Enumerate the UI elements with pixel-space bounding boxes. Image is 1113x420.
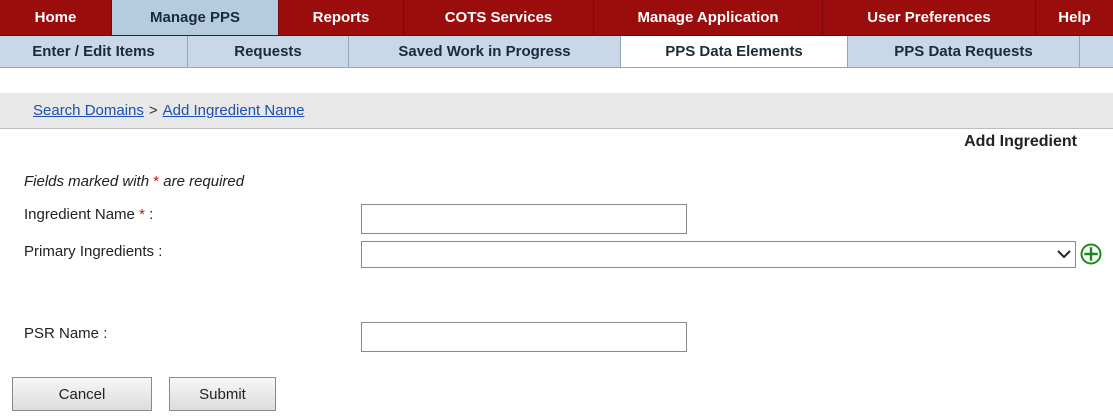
nav-tab-help[interactable]: Help (1036, 0, 1113, 35)
page-title: Add Ingredient (964, 133, 1077, 150)
nav-tab-user-preferences[interactable]: User Preferences (823, 0, 1036, 35)
nav-tab-manage-application[interactable]: Manage Application (594, 0, 823, 35)
subnav-tab-enter-edit-items[interactable]: Enter / Edit Items (0, 36, 188, 67)
required-fields-note: Fields marked with * are required (24, 173, 244, 190)
nav-tab-home[interactable]: Home (0, 0, 112, 35)
ingredient-name-required-star: * (139, 206, 145, 223)
breadcrumb-separator: > (148, 102, 158, 119)
nav-tab-cots-services[interactable]: COTS Services (404, 0, 594, 35)
primary-ingredients-select[interactable] (361, 241, 1076, 268)
ingredient-name-label-text: Ingredient Name (24, 206, 135, 223)
breadcrumb-link-add-ingredient-name[interactable]: Add Ingredient Name (163, 102, 305, 119)
ingredient-name-label: Ingredient Name * : (24, 206, 153, 223)
submit-button[interactable]: Submit (169, 377, 276, 411)
required-star: * (153, 173, 160, 190)
psr-name-label: PSR Name : (24, 325, 108, 342)
psr-name-input[interactable] (361, 322, 687, 352)
top-nav: Home Manage PPS Reports COTS Services Ma… (0, 0, 1113, 36)
nav-tab-manage-pps[interactable]: Manage PPS (112, 0, 279, 35)
chevron-down-icon (1057, 250, 1071, 259)
nav-tab-reports[interactable]: Reports (279, 0, 404, 35)
subnav-tab-requests[interactable]: Requests (188, 36, 349, 67)
required-note-prefix: Fields marked with (24, 173, 150, 190)
ingredient-name-label-colon: : (149, 206, 154, 223)
breadcrumb-link-search-domains[interactable]: Search Domains (33, 102, 144, 119)
breadcrumb: Search Domains > Add Ingredient Name (0, 93, 1113, 129)
ingredient-name-input[interactable] (361, 204, 687, 234)
required-note-suffix: are required (163, 173, 245, 190)
sub-nav: Enter / Edit Items Requests Saved Work i… (0, 36, 1113, 68)
subnav-tab-pps-data-requests[interactable]: PPS Data Requests (848, 36, 1080, 67)
cancel-button[interactable]: Cancel (12, 377, 152, 411)
primary-ingredients-label: Primary Ingredients : (24, 243, 163, 260)
subnav-tab-saved-work[interactable]: Saved Work in Progress (349, 36, 621, 67)
subnav-tab-pps-data-elements[interactable]: PPS Data Elements (621, 36, 848, 67)
plus-circle-icon[interactable] (1079, 242, 1103, 266)
